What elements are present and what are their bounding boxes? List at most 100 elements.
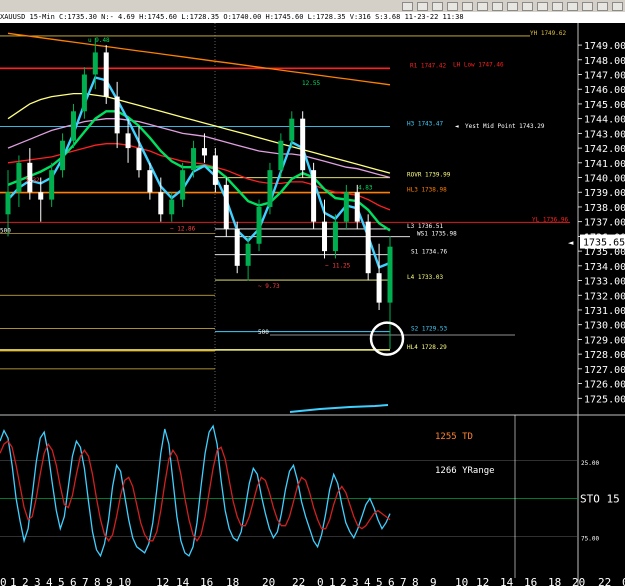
candle-body: [201, 148, 207, 156]
candle-body: [191, 148, 197, 171]
sto-label: STO 15: [580, 493, 620, 506]
time-tick-label: 8: [94, 576, 101, 586]
osc-tick-label: 25.00: [581, 460, 599, 467]
time-tick-label: 8: [412, 576, 419, 586]
pen-icon[interactable]: [552, 1, 563, 11]
time-tick-label: 14: [176, 576, 190, 586]
level-label: R1 1747.42: [410, 62, 447, 69]
candle-body: [158, 192, 164, 215]
time-tick-label: 22: [598, 576, 611, 586]
candle-body: [322, 221, 328, 252]
candle-body: [49, 170, 55, 200]
toolbar: [0, 0, 625, 12]
time-tick-label: 4: [46, 576, 53, 586]
candle-body: [311, 170, 317, 222]
candle-body: [365, 221, 371, 274]
candle-body: [125, 133, 131, 149]
level-label: L4 1733.03: [407, 274, 444, 281]
time-tick-label: 10: [455, 576, 468, 586]
candle-body: [103, 52, 109, 97]
annotation-label: ~ 5.32: [18, 177, 40, 184]
close-icon[interactable]: [612, 1, 623, 11]
chart-canvas[interactable]: 1725.001726.001727.001728.001729.001730.…: [0, 23, 625, 586]
annotation-label: ~ 9.73: [258, 283, 280, 290]
annotation-label: 500: [0, 227, 11, 234]
price-tick-label: 1733.00: [584, 277, 625, 288]
price-tick-label: 1726.00: [584, 380, 625, 391]
bars-icon[interactable]: [417, 1, 428, 11]
last-price-arrow-icon: ◄: [568, 239, 574, 249]
candle-body: [81, 74, 87, 112]
window-icon[interactable]: [537, 1, 548, 11]
last-price-label: 1735.65: [583, 238, 625, 249]
td-label: 1255 TD: [435, 432, 473, 442]
candle-body: [169, 199, 175, 215]
candle-body: [387, 246, 393, 303]
price-tick-label: 1727.00: [584, 365, 625, 376]
time-tick-label: 6: [388, 576, 395, 586]
time-tick-label: 16: [524, 576, 537, 586]
price-tick-label: 1735.00: [584, 247, 625, 258]
symbol-info-bar: XAUUSD 15-Min C:1735.30 N:- 4.69 H:1745.…: [0, 12, 625, 23]
circle-icon[interactable]: [522, 1, 533, 11]
level-label: ROVR 1739.99: [407, 172, 451, 179]
time-tick-label: 0: [317, 576, 324, 586]
time-tick-label: 12: [156, 576, 169, 586]
time-tick-label: 6: [70, 576, 77, 586]
price-tick-label: 1747.00: [584, 71, 625, 82]
candle-body: [332, 221, 338, 252]
time-tick-label: 7: [82, 576, 89, 586]
level-label: HL4 1728.29: [407, 344, 447, 351]
annotation-label: 500: [258, 329, 269, 336]
plus-icon[interactable]: [507, 1, 518, 11]
candle-body: [278, 140, 284, 171]
level-label: S2 1729.53: [411, 326, 448, 333]
cross-icon[interactable]: [492, 1, 503, 11]
text-icon[interactable]: [567, 1, 578, 11]
time-tick-label: 5: [376, 576, 383, 586]
chart-icon[interactable]: [402, 1, 413, 11]
annotation-label: 4.83: [358, 184, 373, 191]
candle-body: [136, 148, 142, 171]
candle-body: [5, 192, 11, 215]
time-tick-label: 20: [572, 576, 585, 586]
time-tick-label: 2: [22, 576, 29, 586]
price-tick-label: 1745.00: [584, 100, 625, 111]
zoom-icon[interactable]: [432, 1, 443, 11]
price-tick-label: 1730.00: [584, 321, 625, 332]
candle-body: [300, 118, 306, 171]
level-label: LH Low 1747.46: [453, 62, 504, 69]
midpoint-arrow-icon: ◄: [455, 123, 459, 130]
candle-body: [245, 243, 251, 266]
annotation-label: ~ 11.25: [325, 262, 351, 269]
level-label: YH 1749.62: [530, 30, 567, 37]
price-tick-label: 1731.00: [584, 306, 625, 317]
time-tick-label: 10: [118, 576, 131, 586]
gear-icon[interactable]: [597, 1, 608, 11]
candle-body: [354, 192, 360, 222]
candle-body: [343, 192, 349, 222]
symbol-info-text: XAUUSD 15-Min C:1735.30 N:- 4.69 H:1745.…: [0, 13, 464, 21]
candle-body: [376, 273, 382, 303]
lines-icon[interactable]: [462, 1, 473, 11]
arrow-icon[interactable]: [582, 1, 593, 11]
candle-body: [92, 52, 98, 75]
time-tick-label: 20: [262, 576, 275, 586]
osc-tick-label: 75.00: [581, 535, 599, 542]
time-tick-label: 5: [58, 576, 65, 586]
price-tick-label: 1748.00: [584, 56, 625, 67]
candle-body: [180, 170, 186, 200]
time-tick-label: 16: [200, 576, 213, 586]
grid-icon[interactable]: [447, 1, 458, 11]
time-tick-label: 7: [400, 576, 407, 586]
level-label: L3 1736.51: [407, 223, 444, 230]
price-tick-label: 1744.00: [584, 115, 625, 126]
time-tick-label: 14: [500, 576, 514, 586]
eye-icon[interactable]: [477, 1, 488, 11]
level-label: Yest Mid Point 1743.29: [465, 123, 545, 130]
candle-body: [70, 111, 76, 141]
time-tick-label: 3: [352, 576, 359, 586]
price-tick-label: 1739.00: [584, 188, 625, 199]
level-label: WS1 1735.98: [417, 231, 457, 238]
candle-body: [60, 140, 66, 171]
